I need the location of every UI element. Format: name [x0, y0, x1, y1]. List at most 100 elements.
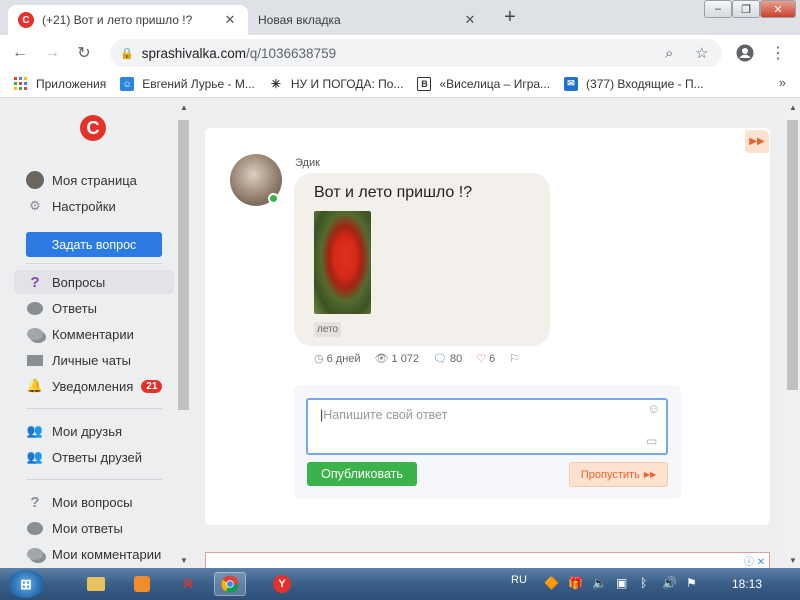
sidebar-item-questions[interactable]: ? Вопросы: [14, 270, 174, 294]
tray-sound-icon[interactable]: 🔈: [592, 576, 607, 590]
volume-icon[interactable]: 🔊: [662, 576, 677, 590]
weather-icon: ✳: [268, 76, 283, 91]
avatar-icon: [26, 171, 44, 189]
close-tab-icon[interactable]: ✕: [462, 12, 478, 28]
publish-button[interactable]: Опубликовать: [307, 462, 417, 486]
sidebar-item-answers[interactable]: Ответы: [14, 296, 174, 320]
sidebar-item-my-answers[interactable]: Мои ответы: [14, 516, 174, 540]
sidebar-item-friends-answers[interactable]: 👥 Ответы друзей: [14, 445, 174, 469]
scroll-down-arrow-icon[interactable]: ▼: [789, 556, 797, 565]
sidebar-item-label: Вопросы: [52, 274, 106, 290]
bookmark-star-icon[interactable]: ☆: [695, 39, 708, 67]
tray-gift-icon[interactable]: 🎁: [568, 576, 583, 590]
bookmark-label: Приложения: [36, 76, 107, 91]
yandex-icon[interactable]: Я: [172, 572, 204, 596]
apps-grid-icon: [14, 76, 28, 91]
sidebar: C Моя страница ⚙ Настройки Задать вопрос…: [0, 99, 176, 568]
divider: [26, 263, 162, 264]
report-flag-icon[interactable]: ⚐: [509, 352, 522, 365]
menu-dots-icon[interactable]: ⋮: [766, 41, 790, 65]
comments-icon: [26, 325, 44, 343]
question-text: Вот и лето пришло !?: [314, 184, 473, 201]
bookmark-apps[interactable]: Приложения: [14, 76, 107, 91]
question-tag[interactable]: лето: [314, 322, 342, 337]
tab-sprashivalka[interactable]: C (+21) Вот и лето пришло !? ✕: [8, 5, 248, 35]
sidebar-item-chats[interactable]: Личные чаты: [14, 348, 174, 372]
sidebar-item-label: Ответы друзей: [52, 449, 143, 465]
reload-button[interactable]: ↻: [72, 41, 96, 65]
sidebar-item-label: Мои вопросы: [52, 494, 133, 510]
heart-icon: ♡: [476, 353, 487, 365]
sidebar-scrollbar-thumb[interactable]: [178, 120, 189, 410]
bookmark-mail[interactable]: ✉ (377) Входящие - П...: [564, 76, 704, 91]
comments-stat[interactable]: 🗨 80: [433, 352, 463, 366]
maximize-button[interactable]: ❐: [732, 0, 760, 18]
likes-value: 6: [489, 352, 496, 365]
close-window-button[interactable]: ✕: [760, 0, 796, 18]
ask-question-button[interactable]: Задать вопрос: [26, 232, 162, 257]
close-tab-icon[interactable]: ✕: [222, 12, 238, 28]
scroll-up-arrow-icon[interactable]: ▲: [789, 103, 797, 112]
sidebar-item-label: Ответы: [52, 300, 97, 316]
skip-forward-icon[interactable]: ▶▶: [745, 130, 769, 153]
address-bar[interactable]: 🔒 sprashivalka.com/q/1036638759 ⌕ ☆: [110, 39, 722, 67]
page-scrollbar-thumb[interactable]: [787, 120, 798, 390]
comments-value: 80: [450, 352, 463, 365]
forward-button[interactable]: →: [40, 41, 64, 65]
likes-stat[interactable]: ♡ 6: [476, 352, 496, 366]
sidebar-item-my-questions[interactable]: ? Мои вопросы: [14, 490, 174, 514]
tray-app-icon[interactable]: 🔶: [544, 576, 559, 590]
site-logo[interactable]: C: [80, 115, 106, 141]
zoom-search-icon[interactable]: ⌕: [665, 39, 673, 67]
scroll-down-arrow-icon[interactable]: ▼: [180, 556, 188, 565]
views-value: 1 072: [391, 352, 420, 365]
media-player-icon[interactable]: [126, 572, 158, 596]
url-path: /q/1036638759: [246, 45, 337, 61]
yandex-browser-icon[interactable]: Y: [266, 572, 298, 596]
sidebar-item-label: Мои комментарии: [52, 546, 162, 562]
profile-icon[interactable]: [733, 41, 757, 65]
bookmark-lurie[interactable]: ☺ Евгений Лурье - М...: [120, 76, 255, 91]
divider: [26, 479, 162, 480]
clock[interactable]: 18:13: [732, 577, 762, 591]
sidebar-item-my-comments[interactable]: Мои комментарии: [14, 542, 174, 566]
bluetooth-icon[interactable]: ᛒ: [640, 576, 647, 590]
browser-toolbar: ← → ↻ 🔒 sprashivalka.com/q/1036638759 ⌕ …: [0, 35, 800, 70]
question-photo[interactable]: [314, 211, 371, 314]
bookmarks-more-icon[interactable]: »: [779, 75, 786, 90]
sidebar-item-my-page[interactable]: Моя страница: [14, 168, 174, 192]
explorer-icon[interactable]: [80, 572, 112, 596]
bookmark-label: Евгений Лурье - М...: [142, 76, 255, 91]
mail-icon: ✉: [564, 76, 579, 91]
question-icon: ?: [30, 273, 40, 291]
sidebar-item-settings[interactable]: ⚙ Настройки: [14, 194, 174, 218]
emoji-icon[interactable]: ☺: [647, 401, 660, 416]
sidebar-item-my-friends[interactable]: 👥 Мои друзья: [14, 419, 174, 443]
minimize-button[interactable]: –: [704, 0, 732, 18]
tab-new[interactable]: Новая вкладка ✕: [248, 5, 488, 35]
fast-forward-icon: ▶▶: [643, 470, 657, 479]
new-tab-button[interactable]: +: [498, 6, 522, 28]
tray-flag-icon[interactable]: ⚑: [686, 576, 697, 590]
chrome-icon[interactable]: [214, 572, 246, 596]
bookmark-weather[interactable]: ✳ НУ И ПОГОДА: По...: [268, 76, 403, 91]
sidebar-item-comments[interactable]: Комментарии: [14, 322, 174, 346]
sidebar-item-notifications[interactable]: 🔔 Уведомления 21: [14, 374, 174, 398]
sidebar-item-label: Комментарии: [52, 326, 134, 342]
question-icon: ?: [30, 493, 40, 511]
answer-input[interactable]: |Напишите свой ответ: [306, 398, 668, 455]
back-button[interactable]: ←: [8, 41, 32, 65]
author-name[interactable]: Эдик: [295, 157, 320, 169]
answer-placeholder: Напишите свой ответ: [323, 408, 448, 422]
ad-info-icon[interactable]: ⓘ ✕: [744, 553, 765, 568]
tray-network-icon[interactable]: ▣: [616, 576, 627, 590]
image-upload-icon[interactable]: ▭: [646, 434, 657, 448]
language-indicator[interactable]: RU: [511, 574, 527, 586]
skip-button[interactable]: Пропустить ▶▶: [569, 462, 668, 487]
tab-title: Новая вкладка: [258, 13, 341, 27]
start-button[interactable]: ⊞: [8, 570, 44, 598]
age-stat: ◷ 6 дней: [314, 352, 361, 366]
sprashivalka-favicon-icon: C: [18, 12, 34, 28]
bookmark-viselica[interactable]: B «Виселица – Игра...: [417, 76, 550, 91]
scroll-up-arrow-icon[interactable]: ▲: [180, 103, 188, 112]
